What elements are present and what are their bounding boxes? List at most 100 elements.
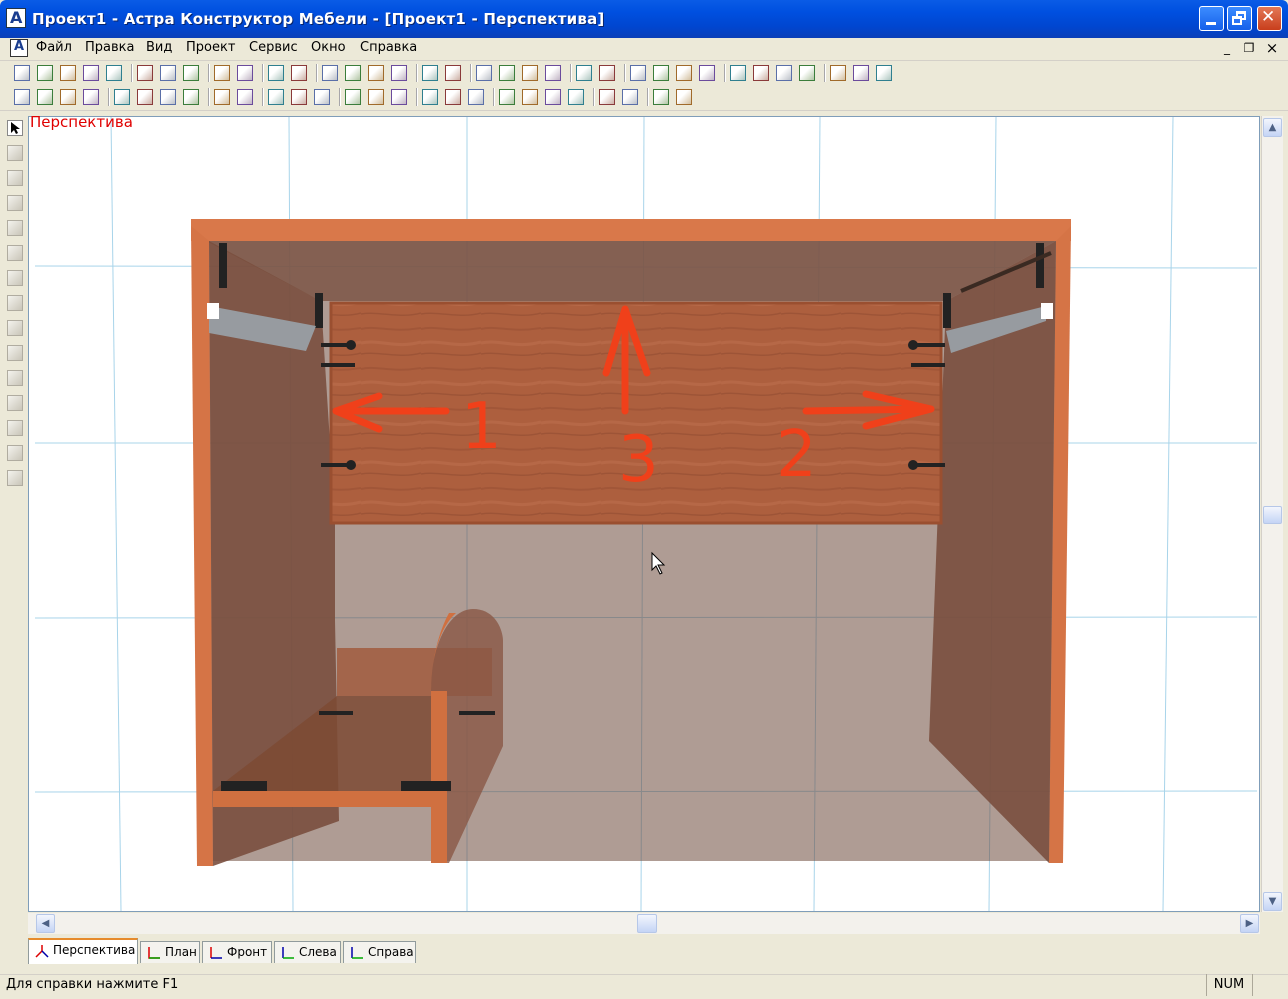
undo-icon[interactable]	[214, 65, 230, 81]
grid-c-icon[interactable]	[314, 89, 330, 105]
arrange-b-icon[interactable]	[522, 89, 538, 105]
mdi-restore-button[interactable]: ❐	[1240, 40, 1258, 56]
arrows-icon[interactable]	[345, 65, 361, 81]
deselect-icon[interactable]	[291, 65, 307, 81]
scroll-right-button[interactable]: ▶	[1240, 914, 1259, 933]
cut-icon[interactable]	[137, 65, 153, 81]
delete-icon[interactable]	[7, 245, 23, 261]
open-folder-icon[interactable]	[37, 65, 53, 81]
close-button[interactable]: ✕	[1257, 6, 1282, 31]
distribute-h-icon[interactable]	[214, 89, 230, 105]
grid-i-icon[interactable]	[468, 89, 484, 105]
pen-icon[interactable]	[7, 145, 23, 161]
zoom-out-icon[interactable]	[499, 65, 515, 81]
mirror-icon[interactable]	[7, 445, 23, 461]
scroll-left-button[interactable]: ◀	[36, 914, 55, 933]
stretch-h-icon[interactable]	[7, 295, 23, 311]
vertical-scrollbar[interactable]: ▲ ▼	[1261, 116, 1283, 912]
scale-icon[interactable]	[7, 420, 23, 436]
select-all-icon[interactable]	[268, 65, 284, 81]
target-icon[interactable]	[576, 65, 592, 81]
menu-service[interactable]: Сервис	[249, 40, 298, 55]
rectangle-icon[interactable]	[7, 195, 23, 211]
arrange-a-icon[interactable]	[499, 89, 515, 105]
tab-plan[interactable]: План	[140, 941, 200, 963]
tree-icon[interactable]	[368, 65, 384, 81]
arrange-d-icon[interactable]	[568, 89, 584, 105]
properties-icon[interactable]	[7, 470, 23, 486]
grid-d-icon[interactable]	[345, 89, 361, 105]
rotate-left-icon[interactable]	[7, 345, 23, 361]
arrange-c-icon[interactable]	[545, 89, 561, 105]
space-b-icon[interactable]	[622, 89, 638, 105]
space-a-icon[interactable]	[599, 89, 615, 105]
horizontal-scroll-thumb[interactable]	[637, 914, 657, 933]
document-icon[interactable]: A	[10, 39, 28, 57]
grid-f-icon[interactable]	[391, 89, 407, 105]
tab-right[interactable]: Справа	[343, 941, 416, 963]
zoom-fit-icon[interactable]	[522, 65, 538, 81]
rotate-view-icon[interactable]	[545, 65, 561, 81]
scroll-down-button[interactable]: ▼	[1263, 892, 1282, 911]
grid-h-icon[interactable]	[445, 89, 461, 105]
frame-icon[interactable]	[445, 65, 461, 81]
print-preview-icon[interactable]	[106, 65, 122, 81]
tab-front[interactable]: Фронт	[202, 941, 272, 963]
grid-a-icon[interactable]	[268, 89, 284, 105]
rotate-right-icon[interactable]	[7, 395, 23, 411]
dimension-icon[interactable]	[776, 65, 792, 81]
eraser-icon[interactable]	[876, 65, 892, 81]
axis-icon[interactable]	[799, 65, 815, 81]
pin-icon[interactable]	[322, 65, 338, 81]
align-top-icon[interactable]	[114, 89, 130, 105]
distribute-v-icon[interactable]	[237, 89, 253, 105]
new-file-icon[interactable]	[14, 65, 30, 81]
horizontal-scrollbar[interactable]: ◀ ▶	[28, 913, 1260, 934]
wire-box-icon[interactable]	[630, 65, 646, 81]
resize-grip[interactable]	[1252, 974, 1287, 996]
menu-edit[interactable]: Правка	[85, 40, 134, 55]
cone-icon[interactable]	[60, 89, 76, 105]
box-blue-icon[interactable]	[699, 65, 715, 81]
edit-icon[interactable]	[7, 220, 23, 236]
vertical-scroll-thumb[interactable]	[1263, 506, 1282, 524]
rotate-icon[interactable]	[7, 370, 23, 386]
pyramid-icon[interactable]	[83, 89, 99, 105]
menu-view[interactable]: Вид	[146, 40, 172, 55]
sum-icon[interactable]	[391, 65, 407, 81]
paste-icon[interactable]	[183, 65, 199, 81]
new-panel-icon[interactable]	[7, 170, 23, 186]
maximize-button[interactable]	[1227, 6, 1252, 31]
align-bottom-icon[interactable]	[137, 89, 153, 105]
tab-perspective[interactable]: Перспектива	[28, 938, 138, 964]
copy-icon[interactable]	[160, 65, 176, 81]
cube-icon[interactable]	[14, 89, 30, 105]
align-right-icon[interactable]	[183, 89, 199, 105]
app-icon[interactable]: A	[6, 8, 26, 28]
menu-file[interactable]: Файл	[36, 40, 72, 55]
perspective-viewport[interactable]: 1 3 2	[28, 116, 1260, 912]
minimize-button[interactable]	[1199, 6, 1224, 31]
stretch-v-icon[interactable]	[7, 320, 23, 336]
move-icon[interactable]	[7, 270, 23, 286]
grid-g-icon[interactable]	[422, 89, 438, 105]
menu-window[interactable]: Окно	[311, 40, 346, 55]
space-d-icon[interactable]	[676, 89, 692, 105]
grid-e-icon[interactable]	[368, 89, 384, 105]
hatch-icon[interactable]	[830, 65, 846, 81]
zoom-in-icon[interactable]	[476, 65, 492, 81]
object-icon[interactable]	[753, 65, 769, 81]
hand-icon[interactable]	[853, 65, 869, 81]
redo-icon[interactable]	[237, 65, 253, 81]
menu-project[interactable]: Проект	[186, 40, 235, 55]
fill-icon[interactable]	[730, 65, 746, 81]
print-icon[interactable]	[83, 65, 99, 81]
menu-help[interactable]: Справка	[360, 40, 417, 55]
cylinder-icon[interactable]	[37, 89, 53, 105]
save-icon[interactable]	[60, 65, 76, 81]
grid-b-icon[interactable]	[291, 89, 307, 105]
solid-box-icon[interactable]	[653, 65, 669, 81]
align-left-icon[interactable]	[160, 89, 176, 105]
close-view-icon[interactable]	[599, 65, 615, 81]
space-c-icon[interactable]	[653, 89, 669, 105]
